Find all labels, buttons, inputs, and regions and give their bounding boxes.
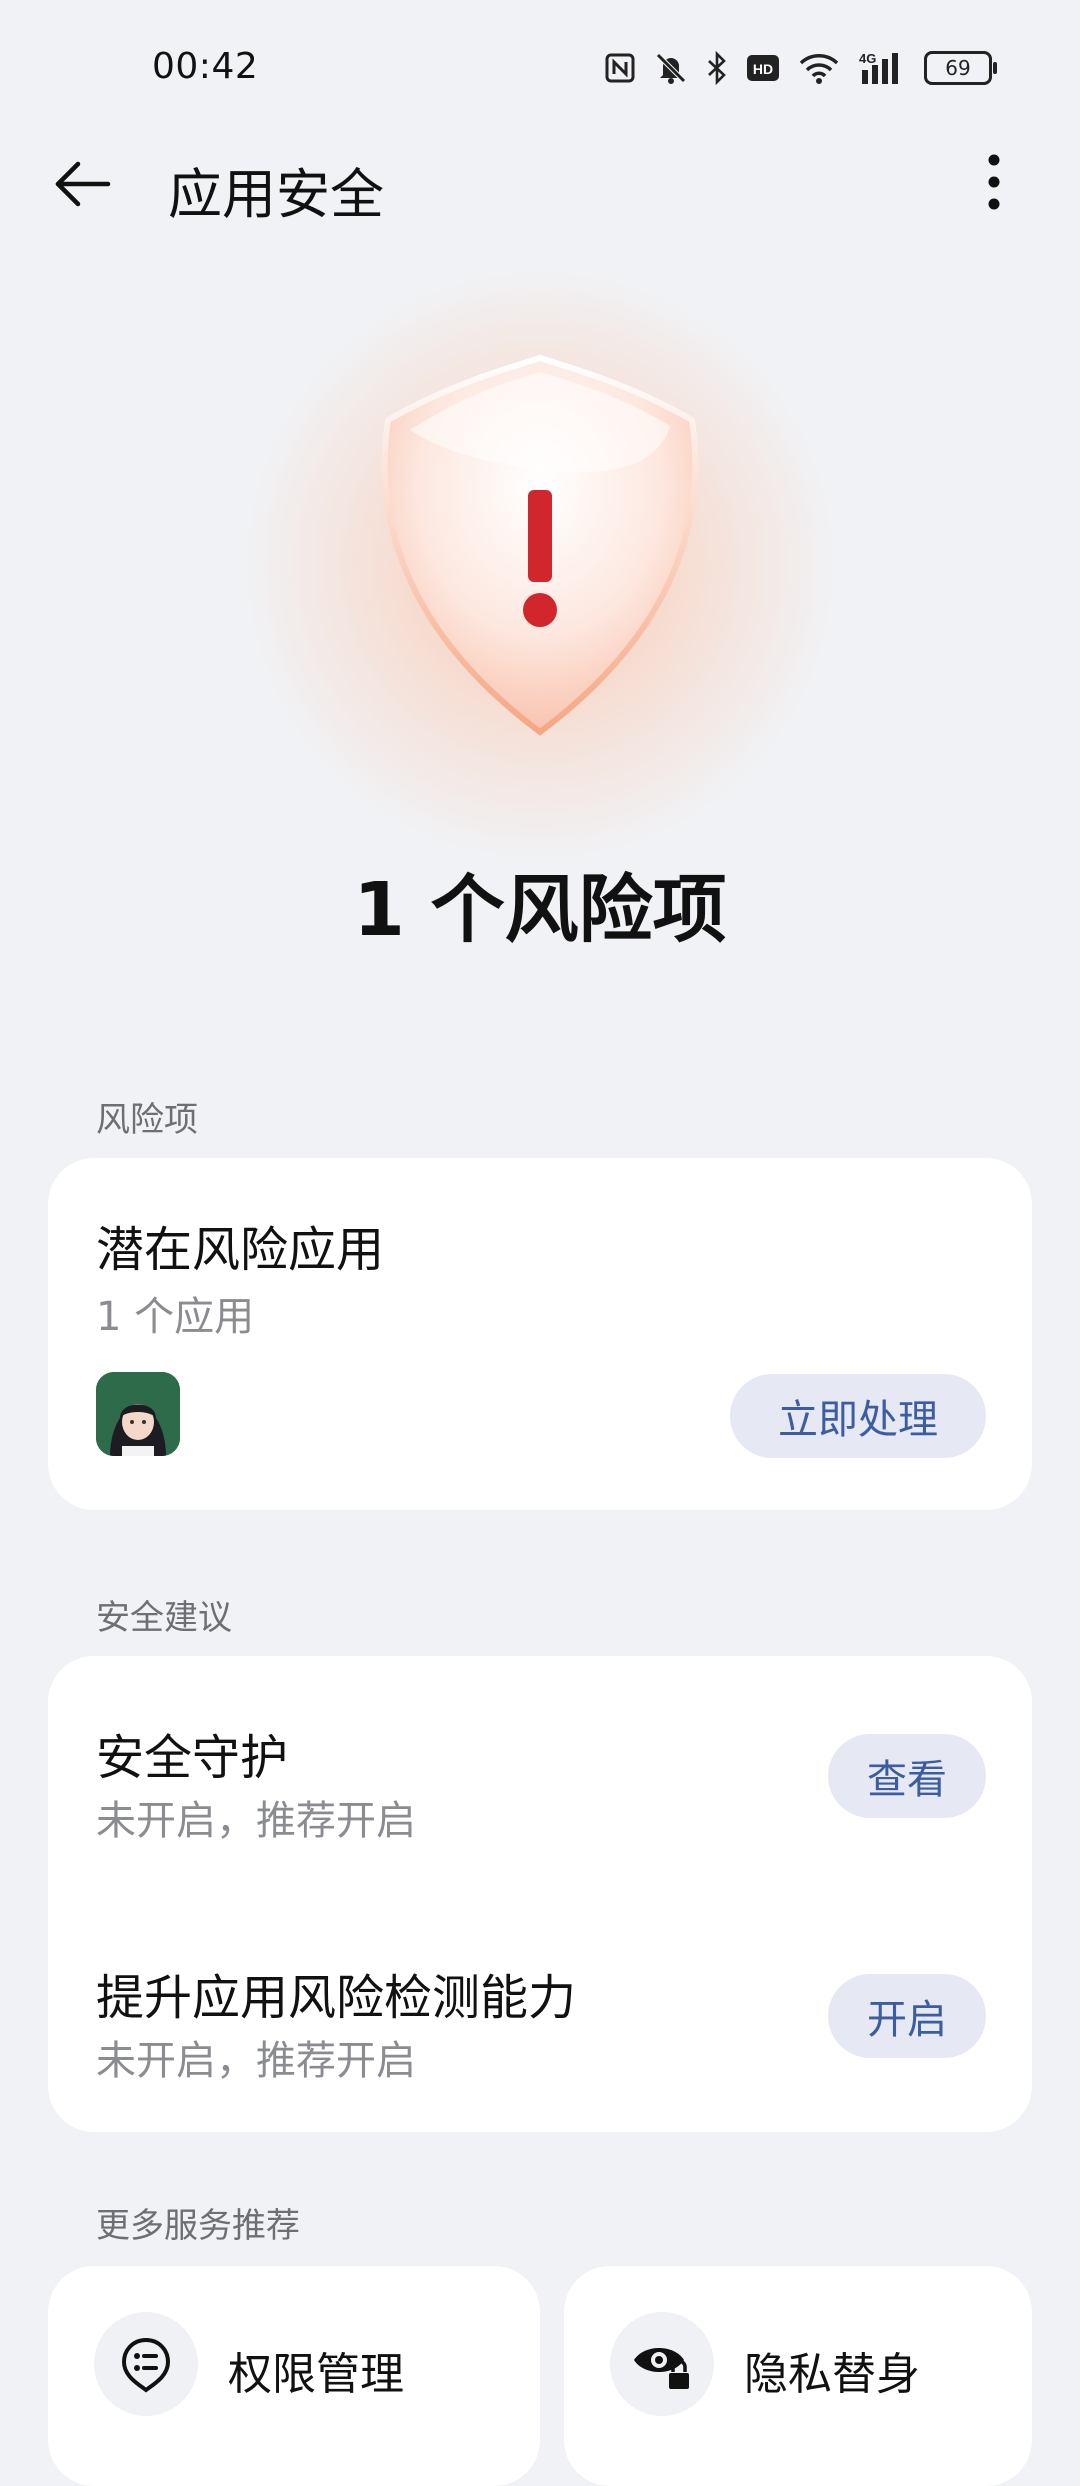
- section-label-advice: 安全建议: [96, 1598, 232, 1638]
- more-vertical-icon: [988, 154, 1000, 210]
- advice-item-security-guard[interactable]: 安全守护 未开启，推荐开启 查看: [48, 1656, 1032, 1894]
- advice-title: 提升应用风险检测能力: [96, 1970, 577, 2026]
- service-icon-wrap: [94, 2312, 198, 2416]
- back-button[interactable]: [52, 152, 116, 216]
- permission-icon: [121, 2337, 171, 2393]
- app-avatar-icon: [96, 1372, 180, 1456]
- svg-text:4G: 4G: [859, 51, 876, 66]
- risk-app-subtitle: 1 个应用: [96, 1294, 255, 1340]
- service-card-permission[interactable]: 权限管理: [48, 2266, 540, 2486]
- service-card-privacy[interactable]: 隐私替身: [564, 2266, 1032, 2486]
- wifi-icon: [799, 54, 839, 84]
- service-label: 隐私替身: [744, 2349, 920, 2400]
- more-options-button[interactable]: [972, 150, 1016, 214]
- advice-card: 安全守护 未开启，推荐开启 查看 提升应用风险检测能力 未开启，推荐开启 开启: [48, 1656, 1032, 2132]
- section-label-risk: 风险项: [96, 1100, 198, 1140]
- nfc-icon: [605, 53, 635, 83]
- privacy-eye-lock-icon: [634, 2348, 691, 2391]
- service-label: 权限管理: [228, 2349, 404, 2400]
- advice-subtitle: 未开启，推荐开启: [96, 1798, 416, 1844]
- enable-button[interactable]: 开启: [828, 1974, 986, 2058]
- risky-app-icon[interactable]: [96, 1372, 180, 1456]
- battery-level: 69: [945, 56, 971, 80]
- mute-icon: [656, 53, 686, 84]
- section-label-more-services: 更多服务推荐: [96, 2206, 300, 2246]
- bluetooth-icon: [708, 51, 726, 85]
- view-button[interactable]: 查看: [828, 1734, 986, 1818]
- svg-text:HD: HD: [753, 61, 773, 77]
- advice-subtitle: 未开启，推荐开启: [96, 2038, 416, 2084]
- status-icons: HD 4G 69: [604, 46, 997, 90]
- advice-title: 安全守护: [96, 1730, 289, 1786]
- risk-app-card[interactable]: 潜在风险应用 1 个应用 立即处理: [48, 1158, 1032, 1510]
- hd-icon: HD: [747, 55, 779, 81]
- risk-app-title: 潜在风险应用: [96, 1222, 385, 1278]
- battery-icon: 69: [924, 51, 997, 85]
- advice-item-risk-detection[interactable]: 提升应用风险检测能力 未开启，推荐开启 开启: [48, 1894, 1032, 2132]
- page-title: 应用安全: [168, 163, 384, 226]
- handle-now-button[interactable]: 立即处理: [730, 1374, 986, 1458]
- signal-icon: 4G: [859, 51, 898, 84]
- status-time: 00:42: [152, 46, 259, 87]
- shield-warning-icon: [381, 354, 699, 736]
- service-icon-wrap: [610, 2312, 714, 2416]
- risk-count-title: 1 个风险项: [353, 867, 727, 953]
- back-arrow-icon: [55, 161, 111, 207]
